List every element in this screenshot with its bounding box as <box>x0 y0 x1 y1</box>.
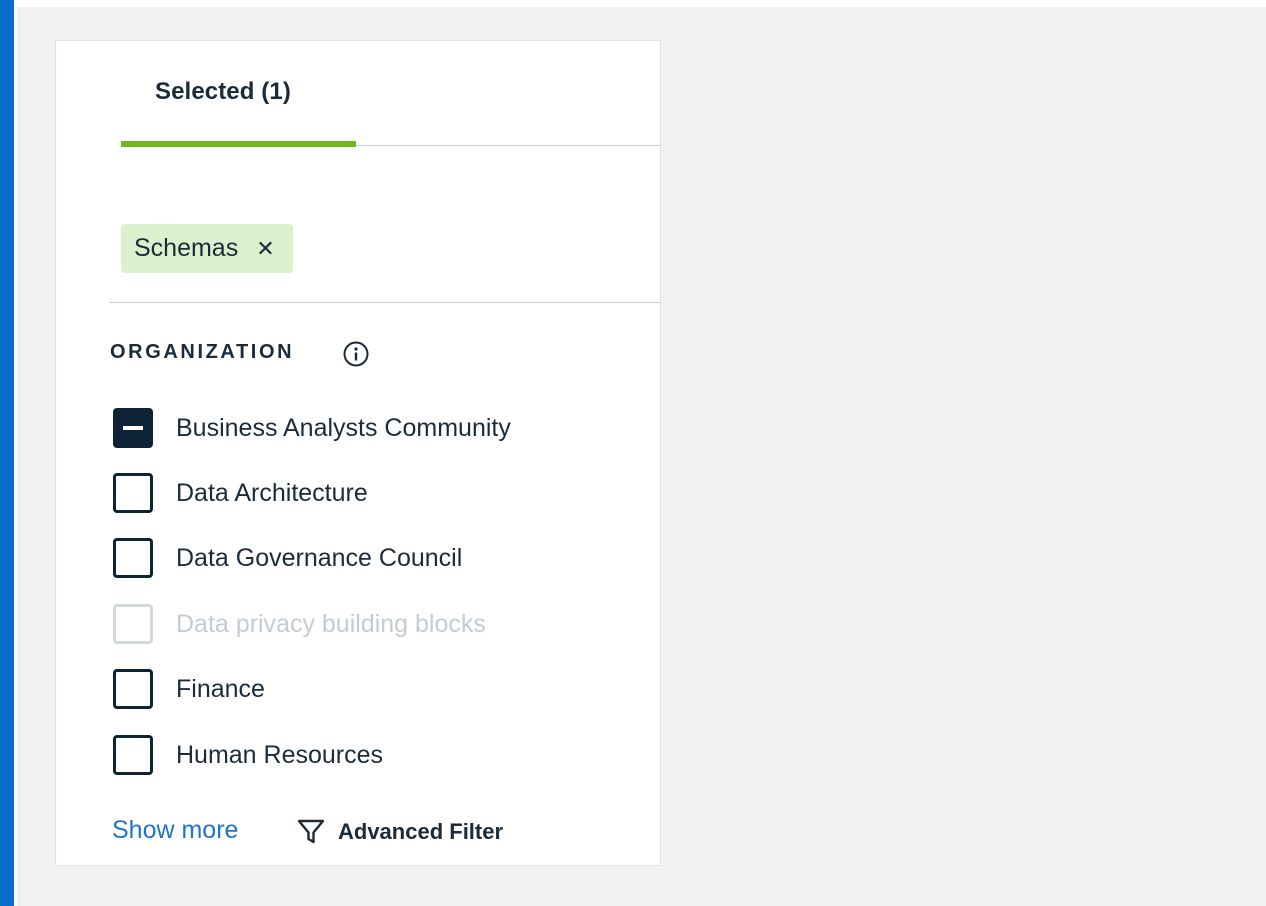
option-data-governance-council[interactable]: Data Governance Council <box>113 536 462 580</box>
option-label: Human Resources <box>176 740 384 769</box>
advanced-filter-button[interactable]: Advanced Filter <box>296 815 503 849</box>
section-divider <box>109 302 661 303</box>
left-accent-bar <box>0 0 14 906</box>
option-label: Data privacy building blocks <box>176 609 486 638</box>
tab-selected[interactable]: Selected (1) <box>121 41 356 147</box>
option-label: Finance <box>176 674 265 703</box>
checkbox[interactable] <box>113 669 153 709</box>
checkbox[interactable] <box>113 473 153 513</box>
tab-selected-label: Selected (1) <box>155 78 291 105</box>
chip-remove-icon[interactable]: ✕ <box>256 237 274 260</box>
section-title-organization: ORGANIZATION <box>110 341 295 363</box>
tab-bar: Selected (1) <box>121 41 661 147</box>
chip-label: Schemas <box>134 234 239 262</box>
checkbox-indeterminate[interactable] <box>113 408 153 448</box>
checkbox[interactable] <box>113 538 153 578</box>
option-data-architecture[interactable]: Data Architecture <box>113 471 368 515</box>
tab-active-underline <box>121 141 356 147</box>
funnel-icon <box>297 819 325 844</box>
option-label: Business Analysts Community <box>176 413 511 442</box>
checkbox-disabled <box>113 604 153 644</box>
show-more-link[interactable]: Show more <box>112 816 238 845</box>
info-icon[interactable] <box>342 340 370 368</box>
advanced-filter-label: Advanced Filter <box>338 819 504 844</box>
option-label: Data Architecture <box>176 478 368 507</box>
option-business-analysts-community[interactable]: Business Analysts Community <box>113 406 511 450</box>
checkbox[interactable] <box>113 735 153 775</box>
option-finance[interactable]: Finance <box>113 667 265 711</box>
top-strip <box>17 0 1266 7</box>
option-data-privacy-building-blocks: Data privacy building blocks <box>113 602 486 646</box>
option-human-resources[interactable]: Human Resources <box>113 733 383 777</box>
left-gap <box>14 0 17 906</box>
option-label: Data Governance Council <box>176 543 463 572</box>
filter-panel: Selected (1) Schemas ✕ ORGANIZATION Busi… <box>55 40 661 866</box>
selected-filter-chip: Schemas ✕ <box>121 224 293 273</box>
